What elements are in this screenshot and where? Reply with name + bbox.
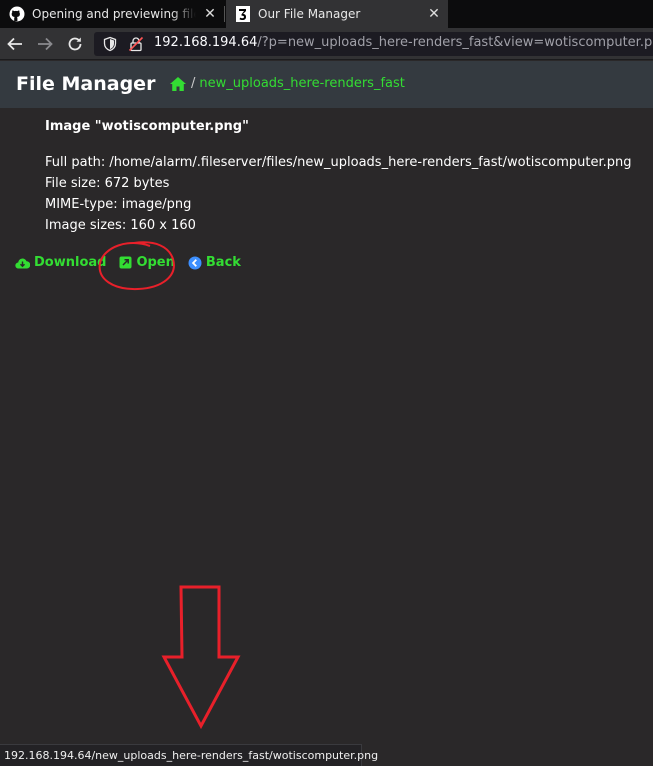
breadcrumb-separator: / (191, 76, 196, 91)
download-label: Download (34, 255, 107, 270)
open-label: Open (136, 255, 175, 270)
download-link[interactable]: Download (15, 255, 106, 270)
nav-bar: 192.168.194.64/?p=new_uploads_here-rende… (0, 28, 653, 60)
status-bar-url: 192.168.194.64/new_uploads_here-renders_… (0, 744, 378, 766)
close-icon[interactable]: ✕ (196, 6, 224, 22)
reload-icon[interactable] (66, 35, 84, 53)
insecure-lock-icon[interactable] (128, 36, 144, 52)
chevron-left-circle-icon (188, 256, 202, 269)
back-label: Back (205, 255, 241, 270)
home-icon[interactable] (170, 76, 186, 91)
back-link[interactable]: Back (188, 255, 241, 270)
tab-github[interactable]: Opening and previewing files n ✕ (0, 0, 224, 28)
external-link-icon (119, 256, 132, 269)
breadcrumb-folder[interactable]: new_uploads_here-renders_fast (199, 76, 404, 91)
url-path: /?p=new_uploads_here-renders_fast&view=w… (257, 35, 653, 50)
tab-title: Our File Manager (258, 7, 361, 21)
back-arrow-icon[interactable] (6, 35, 24, 53)
brand-title[interactable]: File Manager (16, 73, 155, 95)
file-full-path: Full path: /home/alarm/.fileserver/files… (45, 155, 632, 170)
tab-file-manager[interactable]: Our File Manager ✕ (226, 0, 448, 28)
file-image-sizes: Image sizes: 160 x 160 (45, 218, 196, 233)
tab-bar: Opening and previewing files n ✕ Our Fil… (0, 0, 653, 28)
forward-arrow-icon[interactable] (36, 35, 54, 53)
url-text[interactable]: 192.168.194.64/?p=new_uploads_here-rende… (154, 35, 653, 50)
annotation-arrow (161, 585, 241, 730)
tab-divider (224, 6, 225, 22)
open-link[interactable]: Open (119, 255, 175, 270)
breadcrumb: / new_uploads_here-renders_fast (170, 76, 405, 91)
app-header: File Manager / new_uploads_here-renders_… (0, 61, 653, 108)
github-icon (9, 6, 25, 22)
close-icon[interactable]: ✕ (420, 6, 448, 22)
shield-icon[interactable] (102, 36, 118, 52)
site-favicon (236, 6, 250, 22)
tab-title: Opening and previewing files n (32, 7, 196, 21)
annotation-overlay (98, 241, 241, 730)
url-bar[interactable]: 192.168.194.64/?p=new_uploads_here-rende… (94, 32, 653, 56)
file-size: File size: 672 bytes (45, 176, 170, 191)
url-host: 192.168.194.64 (154, 35, 258, 50)
file-mime-type: MIME-type: image/png (45, 197, 192, 212)
file-actions: Download Open Back (15, 255, 254, 270)
file-title: Image "wotiscomputer.png" (45, 119, 249, 134)
cloud-download-icon (15, 258, 30, 269)
